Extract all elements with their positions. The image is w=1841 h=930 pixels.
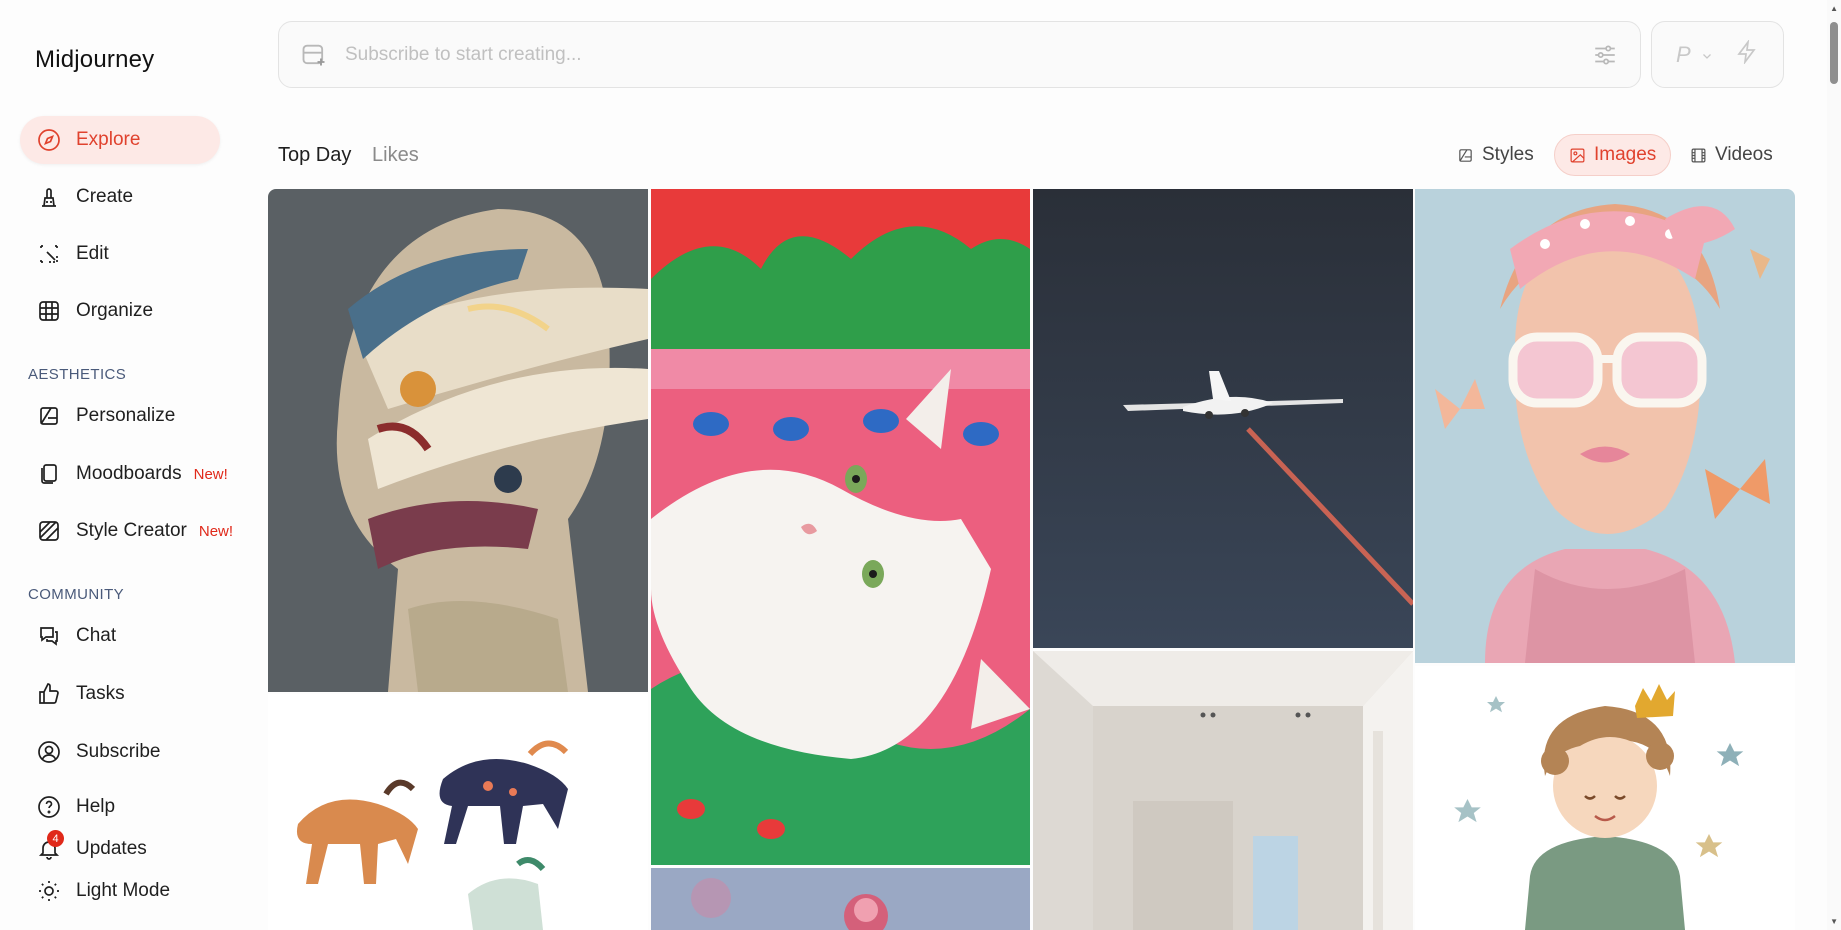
sidebar-item-label: Help [76, 796, 116, 817]
sidebar-item-label: Moodboards [76, 463, 182, 484]
sidebar-item-create[interactable]: Create [20, 173, 220, 221]
tab-likes[interactable]: Likes [372, 144, 419, 167]
gallery-image[interactable] [1415, 666, 1795, 930]
app-logo[interactable]: Midjourney [35, 46, 154, 74]
new-badge: New! [198, 522, 234, 540]
sidebar-item-label: Explore [76, 129, 141, 150]
grid-icon [36, 298, 62, 324]
sidebar-item-label: Chat [76, 625, 117, 646]
sidebar-item-style-creator[interactable]: Style Creator New! [20, 507, 260, 555]
mode-selector[interactable]: P [1651, 21, 1784, 88]
updates-count-badge: 4 [47, 830, 64, 847]
page-scrollbar[interactable]: ▲ ▼ [1827, 0, 1841, 930]
gallery-image[interactable] [651, 189, 1030, 865]
sidebar-item-updates[interactable]: 4 Updates [20, 830, 220, 867]
section-label-aesthetics: AESTHETICS [28, 366, 127, 383]
gallery-image[interactable] [268, 189, 648, 692]
chevron-down-icon [1701, 42, 1713, 68]
sidebar-item-label: Style Creator [76, 520, 187, 541]
sun-icon [36, 878, 62, 904]
sidebar-item-label: Personalize [76, 405, 176, 426]
tab-label: Styles [1482, 144, 1534, 165]
tab-top-day[interactable]: Top Day [278, 144, 351, 167]
sidebar-item-label: Edit [76, 243, 109, 264]
prompt-bar [278, 21, 1641, 88]
gallery-image[interactable] [1033, 651, 1413, 930]
mode-letter: P [1676, 41, 1691, 67]
sidebar-item-tasks[interactable]: Tasks [20, 670, 220, 718]
personalize-icon [36, 403, 62, 429]
help-icon [36, 794, 62, 820]
user-circle-icon [36, 739, 62, 765]
gallery-image[interactable] [1415, 189, 1795, 663]
sidebar-item-label: Updates [76, 838, 147, 859]
moodboards-icon [36, 461, 62, 487]
film-icon [1691, 148, 1706, 162]
sidebar-item-help[interactable]: Help [20, 789, 220, 825]
gallery-image[interactable] [651, 868, 1030, 930]
edit-frame-icon [36, 241, 62, 267]
sidebar-item-label: Subscribe [76, 741, 161, 762]
settings-sliders-icon[interactable] [1592, 42, 1618, 73]
compass-icon [36, 127, 62, 153]
prompt-input[interactable] [345, 43, 1495, 66]
sidebar-item-label: Organize [76, 300, 154, 321]
section-label-community: COMMUNITY [28, 586, 125, 603]
tab-label: Images [1594, 144, 1657, 165]
sidebar-item-moodboards[interactable]: Moodboards New! [20, 450, 260, 498]
bell-icon: 4 [36, 830, 64, 862]
sidebar-item-personalize[interactable]: Personalize [20, 392, 220, 440]
gallery-image[interactable] [268, 694, 648, 930]
tab-styles[interactable]: Styles [1443, 134, 1548, 176]
sidebar-item-explore[interactable]: Explore [20, 116, 220, 164]
new-badge: New! [193, 465, 228, 483]
sidebar-item-label: Create [76, 186, 134, 207]
gallery-image[interactable] [1033, 189, 1413, 648]
styles-icon [1459, 148, 1472, 162]
sidebar: Midjourney Explore Create Edit Organize … [0, 0, 262, 930]
brush-icon [36, 184, 62, 210]
scrollbar-thumb[interactable] [1830, 22, 1838, 84]
chat-icon [36, 623, 62, 649]
sidebar-item-chat[interactable]: Chat [20, 612, 220, 660]
scroll-down-arrow[interactable]: ▼ [1830, 917, 1838, 926]
sidebar-item-label: Light Mode [76, 880, 171, 901]
image-icon [1570, 148, 1585, 162]
sidebar-item-light-mode[interactable]: Light Mode [20, 873, 220, 909]
style-creator-icon [36, 518, 62, 544]
tab-videos[interactable]: Videos [1676, 134, 1787, 176]
scroll-up-arrow[interactable]: ▲ [1830, 4, 1838, 13]
sidebar-item-edit[interactable]: Edit [20, 230, 220, 278]
sidebar-item-organize[interactable]: Organize [20, 287, 220, 335]
tab-images[interactable]: Images [1554, 134, 1672, 176]
sidebar-item-label: Tasks [76, 683, 125, 704]
add-image-icon[interactable] [299, 40, 329, 70]
thumbs-up-icon [36, 681, 62, 707]
sidebar-item-subscribe[interactable]: Subscribe [20, 728, 220, 776]
tab-label: Videos [1715, 144, 1773, 165]
lightning-icon[interactable] [1735, 38, 1759, 70]
